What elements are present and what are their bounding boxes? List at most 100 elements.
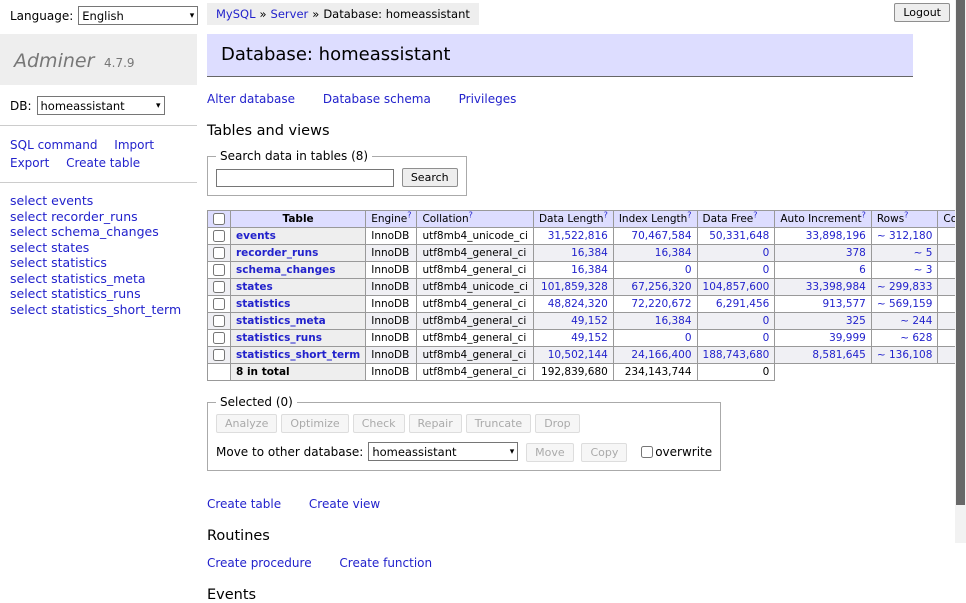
- table-name-link[interactable]: statistics_short_term: [51, 302, 181, 317]
- search-input[interactable]: [216, 169, 394, 187]
- link-create-procedure[interactable]: Create procedure: [207, 556, 312, 570]
- link-create-view[interactable]: Create view: [309, 497, 380, 511]
- value-link[interactable]: 325: [846, 315, 866, 327]
- select-link[interactable]: select: [10, 271, 47, 286]
- overwrite-checkbox[interactable]: [641, 446, 653, 458]
- drop-button[interactable]: Drop: [535, 414, 579, 433]
- optimize-button[interactable]: Optimize: [281, 414, 348, 433]
- row-checkbox[interactable]: [213, 349, 225, 361]
- value-link[interactable]: 50,331,648: [709, 230, 769, 242]
- sidebar-action-import[interactable]: Import: [114, 138, 154, 152]
- row-checkbox[interactable]: [213, 230, 225, 242]
- sidebar-action-create-table[interactable]: Create table: [66, 156, 140, 170]
- value-link[interactable]: 39,999: [829, 332, 866, 344]
- value-link[interactable]: 8,581,645: [812, 349, 865, 361]
- link-create-table[interactable]: Create table: [207, 497, 281, 511]
- column-help-link[interactable]: ?: [753, 211, 757, 220]
- table-name-link[interactable]: schema_changes: [51, 224, 159, 239]
- column-help-link[interactable]: ?: [904, 211, 908, 220]
- db-link-privileges[interactable]: Privileges: [459, 92, 517, 106]
- value-link[interactable]: 31,522,816: [548, 230, 608, 242]
- value-link[interactable]: 10,502,144: [548, 349, 608, 361]
- scrollbar[interactable]: [955, 0, 966, 543]
- value-link[interactable]: 0: [763, 332, 770, 344]
- value-link[interactable]: 72,220,672: [631, 298, 691, 310]
- value-link[interactable]: 378: [846, 247, 866, 259]
- value-link[interactable]: ~ 3: [914, 264, 933, 276]
- table-link[interactable]: events: [236, 230, 276, 242]
- value-link[interactable]: 0: [685, 264, 692, 276]
- sidebar-action-export[interactable]: Export: [10, 156, 49, 170]
- value-link[interactable]: ~ 5: [914, 247, 933, 259]
- value-link[interactable]: 48,824,320: [548, 298, 608, 310]
- value-link[interactable]: 24,166,400: [631, 349, 691, 361]
- analyze-button[interactable]: Analyze: [216, 414, 277, 433]
- value-link[interactable]: 0: [763, 247, 770, 259]
- select-all-checkbox[interactable]: [213, 213, 225, 225]
- value-link[interactable]: 0: [763, 315, 770, 327]
- select-link[interactable]: select: [10, 286, 47, 301]
- value-link[interactable]: 33,898,196: [806, 230, 866, 242]
- table-link[interactable]: schema_changes: [236, 264, 336, 276]
- value-link[interactable]: ~ 136,108: [877, 349, 933, 361]
- value-link[interactable]: 6,291,456: [716, 298, 769, 310]
- row-checkbox[interactable]: [213, 281, 225, 293]
- table-name-link[interactable]: states: [51, 240, 89, 255]
- select-link[interactable]: select: [10, 302, 47, 317]
- column-help-link[interactable]: ?: [687, 211, 691, 220]
- link-create-function[interactable]: Create function: [339, 556, 432, 570]
- table-link[interactable]: statistics: [236, 298, 290, 310]
- value-link[interactable]: ~ 244: [900, 315, 932, 327]
- db-link-database-schema[interactable]: Database schema: [323, 92, 431, 106]
- table-name-link[interactable]: events: [51, 193, 93, 208]
- value-link[interactable]: 913,577: [822, 298, 865, 310]
- column-help-link[interactable]: ?: [407, 211, 411, 220]
- value-link[interactable]: 16,384: [571, 264, 608, 276]
- select-link[interactable]: select: [10, 224, 47, 239]
- value-link[interactable]: 70,467,584: [631, 230, 691, 242]
- select-link[interactable]: select: [10, 255, 47, 270]
- value-link[interactable]: 33,398,984: [806, 281, 866, 293]
- value-link[interactable]: 16,384: [571, 247, 608, 259]
- table-link[interactable]: statistics_short_term: [236, 349, 360, 361]
- column-help-link[interactable]: ?: [604, 211, 608, 220]
- table-link[interactable]: statistics_runs: [236, 332, 322, 344]
- value-link[interactable]: ~ 299,833: [877, 281, 933, 293]
- logout-button[interactable]: Logout: [894, 3, 950, 22]
- column-help-link[interactable]: ?: [469, 211, 473, 220]
- row-checkbox[interactable]: [213, 247, 225, 259]
- breadcrumb-link-server[interactable]: Server: [271, 7, 309, 21]
- table-link[interactable]: statistics_meta: [236, 315, 326, 327]
- scrollbar-thumb[interactable]: [956, 0, 965, 505]
- table-link[interactable]: recorder_runs: [236, 247, 318, 259]
- table-name-link[interactable]: statistics: [51, 255, 107, 270]
- select-link[interactable]: select: [10, 193, 47, 208]
- db-link-alter-database[interactable]: Alter database: [207, 92, 295, 106]
- copy-button[interactable]: Copy: [581, 443, 627, 462]
- language-select[interactable]: English: [78, 6, 198, 25]
- row-checkbox[interactable]: [213, 298, 225, 310]
- value-link[interactable]: 67,256,320: [631, 281, 691, 293]
- value-link[interactable]: 16,384: [655, 247, 692, 259]
- breadcrumb-link-mysql[interactable]: MySQL: [216, 7, 256, 21]
- search-button[interactable]: Search: [402, 168, 458, 187]
- table-link[interactable]: states: [236, 281, 273, 293]
- value-link[interactable]: 6: [859, 264, 866, 276]
- select-link[interactable]: select: [10, 240, 47, 255]
- move-button[interactable]: Move: [526, 443, 574, 462]
- table-name-link[interactable]: statistics_runs: [51, 286, 140, 301]
- sidebar-action-sql-command[interactable]: SQL command: [10, 138, 97, 152]
- table-name-link[interactable]: recorder_runs: [51, 209, 138, 224]
- value-link[interactable]: ~ 312,180: [877, 230, 933, 242]
- column-help-link[interactable]: ?: [862, 211, 866, 220]
- value-link[interactable]: 0: [763, 264, 770, 276]
- value-link[interactable]: 104,857,600: [703, 281, 770, 293]
- value-link[interactable]: 49,152: [571, 332, 608, 344]
- row-checkbox[interactable]: [213, 264, 225, 276]
- repair-button[interactable]: Repair: [409, 414, 462, 433]
- value-link[interactable]: 49,152: [571, 315, 608, 327]
- truncate-button[interactable]: Truncate: [466, 414, 531, 433]
- check-button[interactable]: Check: [353, 414, 405, 433]
- value-link[interactable]: ~ 628: [900, 332, 932, 344]
- value-link[interactable]: ~ 569,159: [877, 298, 933, 310]
